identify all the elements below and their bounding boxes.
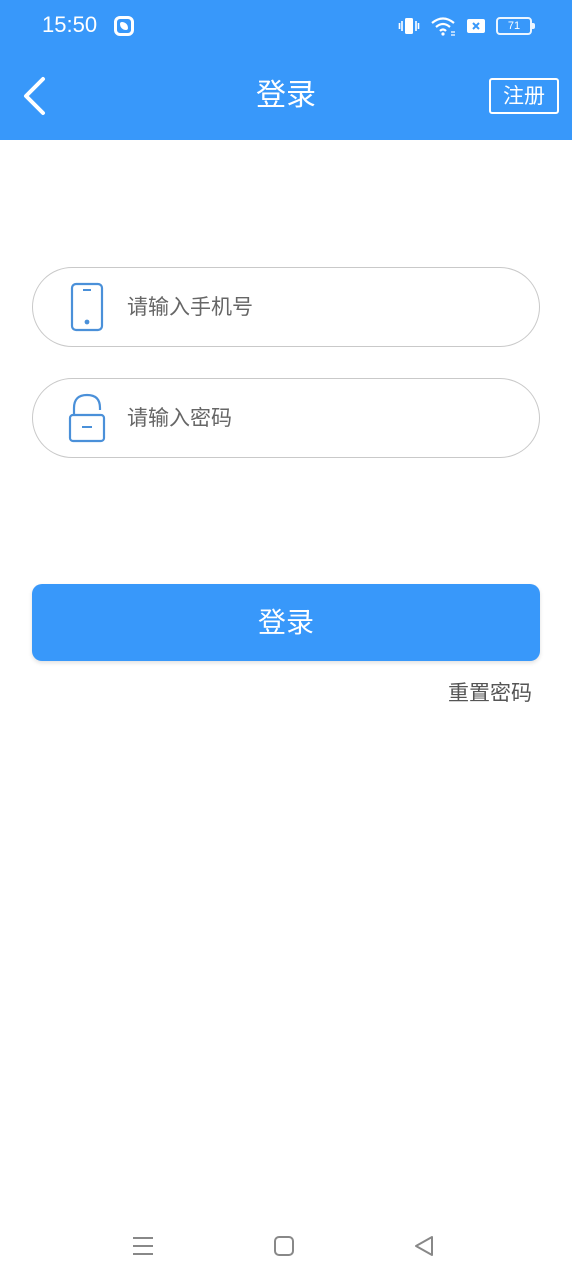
login-button[interactable]: 登录: [32, 584, 540, 661]
lock-icon: [68, 393, 106, 443]
battery-icon: 71: [496, 17, 535, 35]
system-nav-bar: [0, 1215, 572, 1275]
battery-level: 71: [507, 20, 521, 32]
page-title: 登录: [256, 78, 316, 113]
password-field[interactable]: [32, 378, 540, 458]
phone-input[interactable]: [127, 286, 517, 328]
sim-off-icon: [467, 19, 485, 33]
status-icons: 71: [398, 14, 535, 38]
phone-icon: [70, 282, 104, 332]
register-button[interactable]: 注册: [489, 78, 559, 114]
home-icon[interactable]: [271, 1233, 297, 1259]
phone-field[interactable]: [32, 267, 540, 347]
back-triangle-icon[interactable]: [411, 1233, 437, 1259]
wifi-icon: [431, 17, 455, 36]
reset-password-link[interactable]: 重置密码: [448, 678, 532, 708]
vibrate-icon: [398, 18, 420, 34]
status-time: 15:50: [42, 12, 98, 37]
app-icon: [114, 16, 134, 36]
password-input[interactable]: [127, 397, 517, 439]
app-header: 15:50 71 登录 注册: [0, 0, 572, 140]
menu-icon[interactable]: [130, 1233, 156, 1259]
